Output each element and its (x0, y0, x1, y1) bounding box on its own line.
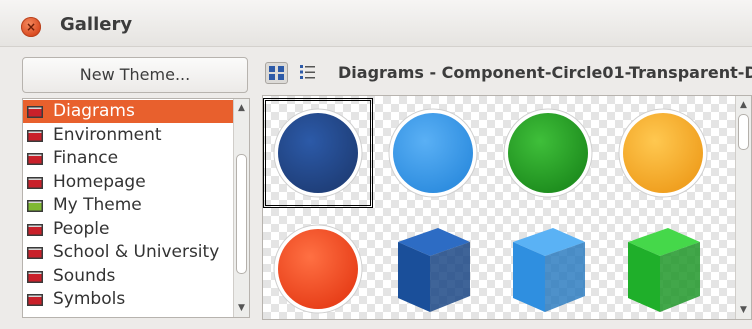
theme-list-item[interactable]: Environment (23, 124, 233, 147)
theme-item-label: Sounds (53, 265, 116, 286)
scroll-down-icon[interactable]: ▼ (235, 301, 248, 315)
theme-folder-icon (27, 247, 43, 259)
circle-shape-icon (388, 108, 478, 198)
theme-item-label: Finance (53, 148, 119, 168)
scroll-up-icon[interactable]: ▲ (737, 98, 750, 112)
gallery-item-cube[interactable] (493, 214, 603, 319)
theme-list-item[interactable]: School & University (23, 241, 233, 264)
theme-folder-icon (27, 270, 43, 283)
cube-shape-icon (628, 228, 700, 312)
scroll-up-icon[interactable]: ▲ (235, 101, 248, 115)
theme-folder-icon (27, 294, 43, 306)
theme-folder-icon (27, 129, 43, 142)
gallery-thumbnails[interactable]: ▲ ▼ (262, 95, 752, 320)
detail-view-icon (300, 65, 315, 79)
theme-list-item[interactable]: People (23, 218, 233, 241)
theme-list-item[interactable]: Symbols (23, 288, 233, 311)
icon-view-icon (269, 66, 284, 80)
gallery-heading: Diagrams - Component-Circle01-Transparen… (338, 63, 752, 82)
theme-folder-icon (27, 223, 43, 236)
circle-shape-icon (273, 224, 363, 314)
theme-item-label: Diagrams (53, 101, 135, 121)
theme-item-label: School & University (53, 242, 220, 262)
theme-list-item[interactable]: Sounds (23, 265, 233, 288)
theme-list-scroll-thumb[interactable] (236, 154, 247, 274)
theme-list[interactable]: Diagrams Environment Finance Homepage My The… (22, 98, 250, 318)
circle-shape-icon (618, 108, 708, 198)
gallery-item-circle[interactable] (608, 98, 718, 208)
gallery-item-circle[interactable] (263, 98, 373, 208)
theme-item-label: My Theme (53, 195, 142, 215)
icon-view-button[interactable] (265, 62, 288, 84)
theme-item-label: Symbols (53, 289, 126, 309)
cube-shape-icon (513, 228, 585, 312)
detail-view-button[interactable] (297, 62, 320, 84)
gallery-item-cube[interactable] (378, 214, 488, 319)
cube-shape-icon (398, 228, 470, 312)
close-icon: × (25, 20, 37, 34)
gallery-scrollbar[interactable]: ▲ ▼ (735, 96, 751, 319)
title-bar: × Gallery (0, 0, 752, 47)
theme-item-label: Environment (53, 124, 162, 145)
circle-shape-icon (273, 108, 363, 198)
gallery-item-circle[interactable] (493, 98, 603, 208)
theme-list-item[interactable]: Finance (23, 147, 233, 170)
circle-shape-icon (503, 108, 593, 198)
theme-folder-icon (27, 176, 43, 189)
gallery-scroll-thumb[interactable] (738, 114, 749, 150)
theme-list-item[interactable]: Diagrams (23, 100, 233, 123)
gallery-item-circle[interactable] (378, 98, 488, 208)
scroll-down-icon[interactable]: ▼ (737, 303, 750, 317)
theme-folder-icon (27, 153, 43, 165)
gallery-item-circle[interactable] (263, 214, 373, 319)
theme-folder-icon (27, 106, 43, 118)
theme-item-label: Homepage (53, 171, 146, 192)
theme-list-item[interactable]: Homepage (23, 171, 233, 194)
theme-list-item[interactable]: My Theme (23, 194, 233, 217)
window-title: Gallery (60, 14, 133, 35)
theme-item-label: People (53, 218, 110, 239)
user-theme-folder-icon (27, 200, 43, 212)
new-theme-button[interactable]: New Theme... (22, 57, 248, 93)
gallery-item-cube[interactable] (608, 214, 718, 319)
close-button[interactable]: × (21, 17, 41, 37)
theme-list-scrollbar[interactable]: ▲ ▼ (233, 99, 249, 317)
